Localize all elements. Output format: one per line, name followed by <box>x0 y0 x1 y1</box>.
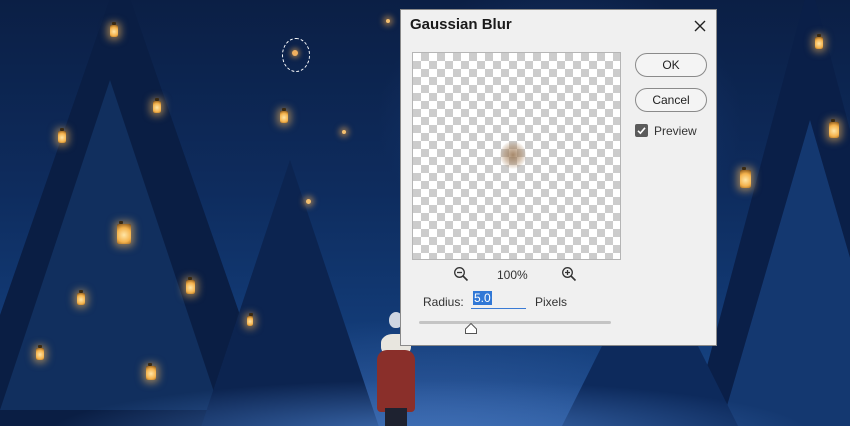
dialog-title: Gaussian Blur <box>410 16 512 33</box>
slider-thumb-icon[interactable] <box>464 323 477 334</box>
zoom-level: 100% <box>497 268 528 282</box>
lantern <box>153 98 161 113</box>
zoom-in-icon[interactable] <box>561 266 577 282</box>
person-legs <box>385 408 407 426</box>
preview-label: Preview <box>654 124 697 138</box>
lantern <box>77 290 85 305</box>
lantern <box>58 128 66 143</box>
lantern <box>110 22 118 37</box>
lantern <box>740 167 751 188</box>
zoom-in-button[interactable] <box>561 266 577 282</box>
gaussian-blur-dialog: Gaussian Blur 100% Radius: 5.0 Pixels OK… <box>400 9 717 346</box>
lantern <box>815 34 823 49</box>
zoom-out-icon[interactable] <box>453 266 469 282</box>
snow-ground <box>0 356 850 426</box>
close-icon[interactable] <box>691 17 709 35</box>
blur-preview-canvas[interactable] <box>412 52 621 260</box>
cancel-button[interactable]: Cancel <box>635 88 707 112</box>
person-red-coat <box>377 350 415 412</box>
radius-unit-label: Pixels <box>535 295 568 309</box>
radius-value: 5.0 <box>473 291 492 305</box>
lantern <box>117 221 131 244</box>
zoom-out-button[interactable] <box>453 266 469 282</box>
lantern <box>280 108 288 123</box>
lantern <box>829 119 839 138</box>
lantern <box>36 345 44 360</box>
lantern <box>146 363 156 380</box>
close-button[interactable] <box>691 17 709 35</box>
radius-slider-track[interactable] <box>419 321 611 324</box>
radius-label: Radius: <box>423 295 464 309</box>
glow-spark <box>306 199 311 204</box>
selected-spark <box>292 50 298 56</box>
blurred-spot <box>500 141 526 169</box>
glow-spark <box>386 19 390 23</box>
lantern <box>247 313 253 326</box>
glow-spark <box>342 130 346 134</box>
ok-button[interactable]: OK <box>635 53 707 77</box>
lantern <box>186 277 195 294</box>
checkmark-icon[interactable] <box>635 124 648 137</box>
zoom-controls: 100% <box>451 266 581 284</box>
preview-checkbox[interactable] <box>635 124 648 137</box>
radius-input[interactable]: 5.0 <box>471 291 526 309</box>
